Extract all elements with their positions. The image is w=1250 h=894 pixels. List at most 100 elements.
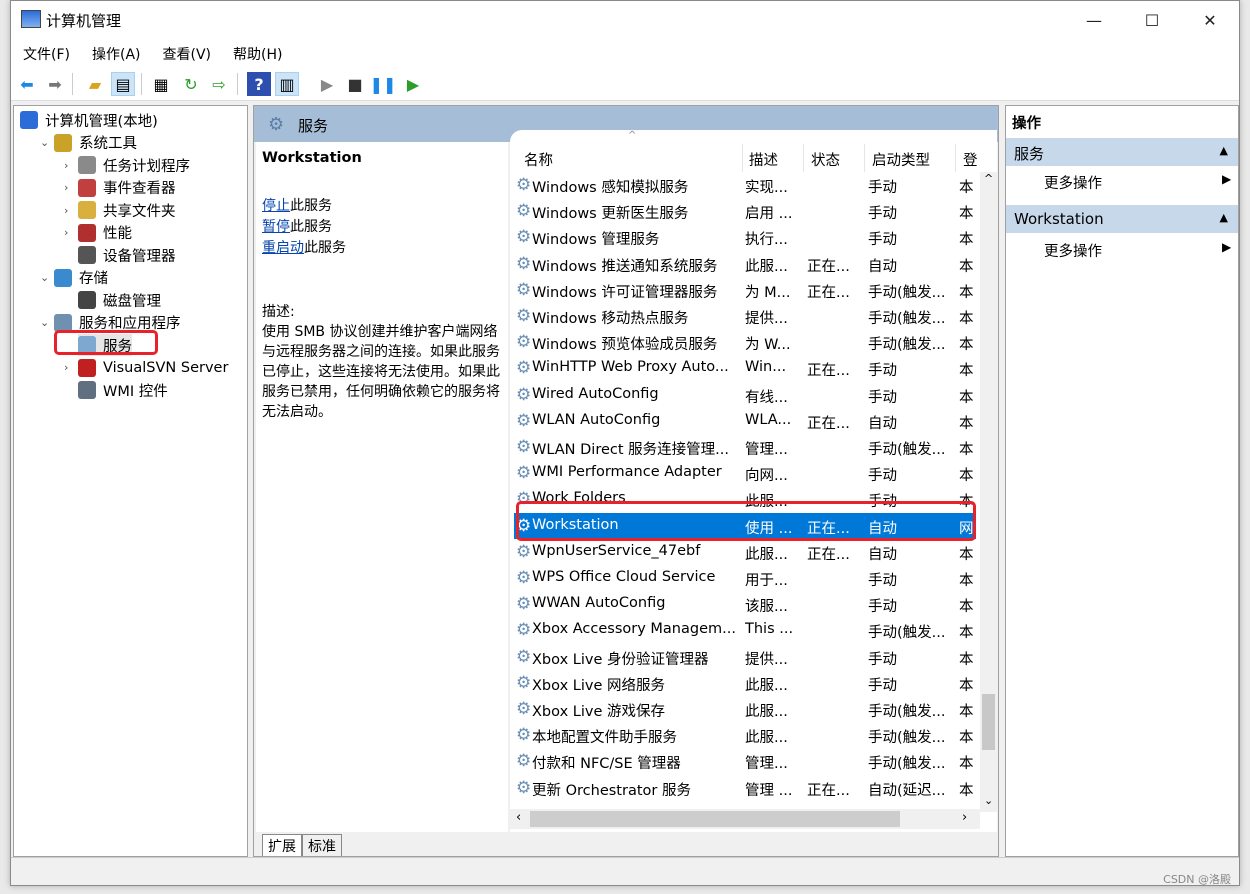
service-row[interactable]: ⚙ WLAN Direct 服务连接管理... 管理... 手动(触发... 本 [514,434,976,460]
service-row[interactable]: ⚙ 本地配置文件助手服务 此服... 手动(触发... 本 [514,722,976,748]
horizontal-scroll-thumb[interactable] [530,811,900,827]
collapse-up-icon[interactable]: ▲ [1220,144,1228,157]
pause-service-icon[interactable]: ❚❚ [370,72,397,96]
service-description: 提供... [745,651,788,668]
horizontal-scrollbar[interactable]: ‹ › [510,809,980,829]
vertical-scroll-thumb[interactable] [982,694,995,750]
column-header-startup-type[interactable]: 启动类型 [872,149,930,170]
up-folder-icon[interactable]: ▰ [83,72,107,96]
tree-item[interactable]: 磁盘管理 [78,289,161,311]
section-header-label: Workstation [1014,210,1104,228]
menu-help[interactable]: 帮助(H) [221,39,292,67]
service-row[interactable]: ⚙ Windows 更新医生服务 启用 ... 手动本 [514,198,976,224]
close-button[interactable]: ✕ [1181,1,1239,39]
actions-section-services[interactable]: 服务 ▲ [1006,138,1238,166]
start-service-icon[interactable]: ▶ [315,72,339,96]
menu-view[interactable]: 查看(V) [151,39,222,67]
service-description: 管理... [745,442,788,458]
collapse-up-icon[interactable]: ▲ [1220,211,1228,224]
scroll-up-icon[interactable]: ^ [984,172,993,185]
scroll-down-icon[interactable]: ⌄ [984,794,993,807]
service-row[interactable]: ⚙ Windows 推送通知系统服务 此服... 正在... 自动本 [514,251,976,277]
tree-item[interactable]: WMI 控件 [78,379,168,401]
maximize-button[interactable]: ☐ [1123,1,1181,39]
more-actions-workstation[interactable]: 更多操作 ▶ [1044,240,1231,261]
column-header-name[interactable]: 名称 [524,149,553,170]
service-row[interactable]: ⚙ Xbox Accessory Managem... This ... 手动(触发.… [514,617,976,643]
service-row[interactable]: ⚙ Windows 感知模拟服务 实现... 手动本 [514,172,976,198]
collapse-chevron-icon[interactable]: ⌄ [40,136,49,149]
service-row[interactable]: ⚙ 付款和 NFC/SE 管理器 管理... 手动(触发... 本 [514,748,976,774]
service-startup-type: 手动(触发... [868,625,946,642]
tab-standard[interactable]: 标准 [302,834,342,856]
pause-service-link[interactable]: 暂停 [262,219,290,235]
service-status: 正在... [807,363,850,380]
service-startup-type: 手动 [868,206,897,223]
service-row[interactable]: ⚙ WpnUserService_47ebf 此服... 正在... 自动本 [514,539,976,565]
link-suffix: 此服务 [290,219,332,235]
service-logon: 本 [959,677,973,694]
properties-icon[interactable]: ▦ [149,72,173,96]
service-row[interactable]: ⚙ WLAN AutoConfig WLA... 正在... 自动本 [514,408,976,434]
menu-bar: 文件(F) 操作(A) 查看(V) 帮助(H) [11,39,1239,67]
service-name: WPS Office Cloud Service [532,569,716,585]
service-row[interactable]: ⚙ WPS Office Cloud Service 用于... 手动本 [514,565,976,591]
minimize-button[interactable]: — [1065,1,1123,39]
service-startup-type: 手动(触发... [868,442,946,458]
service-row[interactable]: ⚙ Windows 许可证管理器服务为 M... 正在... 手动(触发... 本 [514,277,976,303]
column-header-status[interactable]: 状态 [811,149,840,170]
service-startup-type: 自动 [868,546,897,563]
service-row[interactable]: ⚙ WMI Performance Adapter 向网... 手动本 [514,460,976,486]
back-arrow-icon[interactable]: ⬅ [15,72,39,96]
stop-service-icon[interactable]: ■ [343,72,367,96]
service-row[interactable]: ⚙ WWAN AutoConfig 该服... 手动本 [514,591,976,617]
tree-item[interactable]: › 任务计划程序 [64,154,190,176]
expand-chevron-icon[interactable]: › [64,159,68,172]
menu-file[interactable]: 文件(F) [11,39,80,67]
service-row[interactable]: ⚙ Wired AutoConfig 有线... 手动本 [514,382,976,408]
show-hide-tree-icon[interactable]: ▤ [111,72,135,96]
tree-item[interactable]: › 共享文件夹 [64,199,176,221]
expand-chevron-icon[interactable]: › [64,204,68,217]
tree-item[interactable]: 计算机管理(本地) [20,109,158,131]
collapse-chevron-icon[interactable]: ⌄ [40,271,49,284]
more-actions-services[interactable]: 更多操作 ▶ [1044,172,1231,193]
column-header-logon[interactable]: 登 [963,149,978,170]
forward-arrow-icon[interactable]: ➡ [43,72,67,96]
service-row[interactable]: ⚙ Xbox Live 网络服务 此服... 手动本 [514,670,976,696]
refresh-icon[interactable]: ↻ [179,72,203,96]
vertical-scrollbar[interactable]: ^ ⌄ [980,172,997,812]
restart-service-link[interactable]: 重启动 [262,240,304,256]
expand-chevron-icon[interactable]: › [64,361,68,374]
scroll-right-icon[interactable]: › [962,810,967,825]
actions-section-workstation[interactable]: Workstation ▲ [1006,205,1238,233]
tree-item[interactable]: › 事件查看器 [64,177,176,199]
scroll-left-icon[interactable]: ‹ [516,810,521,825]
tree-item[interactable]: ⌄ 系统工具 [40,132,137,154]
stop-service-link[interactable]: 停止 [262,198,290,214]
service-row[interactable]: ⚙ Windows 移动热点服务 提供... 手动(触发... 本 [514,303,976,329]
resume-service-icon[interactable]: ▶ [401,72,425,96]
collapse-chevron-icon[interactable]: ⌄ [40,316,49,329]
service-row[interactable]: ⚙ Xbox Live 身份验证管理器 提供... 手动本 [514,644,976,670]
expand-chevron-icon[interactable]: › [64,226,68,239]
service-name: WLAN Direct 服务连接管理... [532,442,729,458]
tab-extended[interactable]: 扩展 [262,834,302,856]
tree-item[interactable]: › 性能 [64,222,132,244]
annotation-highlight-services [54,330,158,355]
tree-item-label: 设备管理器 [103,248,176,265]
export-list-icon[interactable]: ⇨ [207,72,231,96]
service-row[interactable]: ⚙ Windows 管理服务 执行... 手动本 [514,224,976,250]
menu-action[interactable]: 操作(A) [80,39,151,67]
tree-item[interactable]: ⌄ 存储 [40,267,108,289]
service-row[interactable]: ⚙ Xbox Live 游戏保存 此服... 手动(触发... 本 [514,696,976,722]
show-hide-action-pane-icon[interactable]: ▥ [275,72,299,96]
help-icon[interactable]: ? [247,72,271,96]
service-row[interactable]: ⚙ WinHTTP Web Proxy Auto... Win... 正在... 手动本 [514,355,976,381]
service-row[interactable]: ⚙ 更新 Orchestrator 服务 管理 ... 正在... 自动(延迟... 本 [514,775,976,801]
tree-item[interactable]: › VisualSVN Server [64,357,228,379]
service-row[interactable]: ⚙ Windows 预览体验成员服务为 W... 手动(触发... 本 [514,329,976,355]
column-header-description[interactable]: 描述 [749,149,778,170]
tree-item[interactable]: 设备管理器 [78,244,176,266]
expand-chevron-icon[interactable]: › [64,181,68,194]
